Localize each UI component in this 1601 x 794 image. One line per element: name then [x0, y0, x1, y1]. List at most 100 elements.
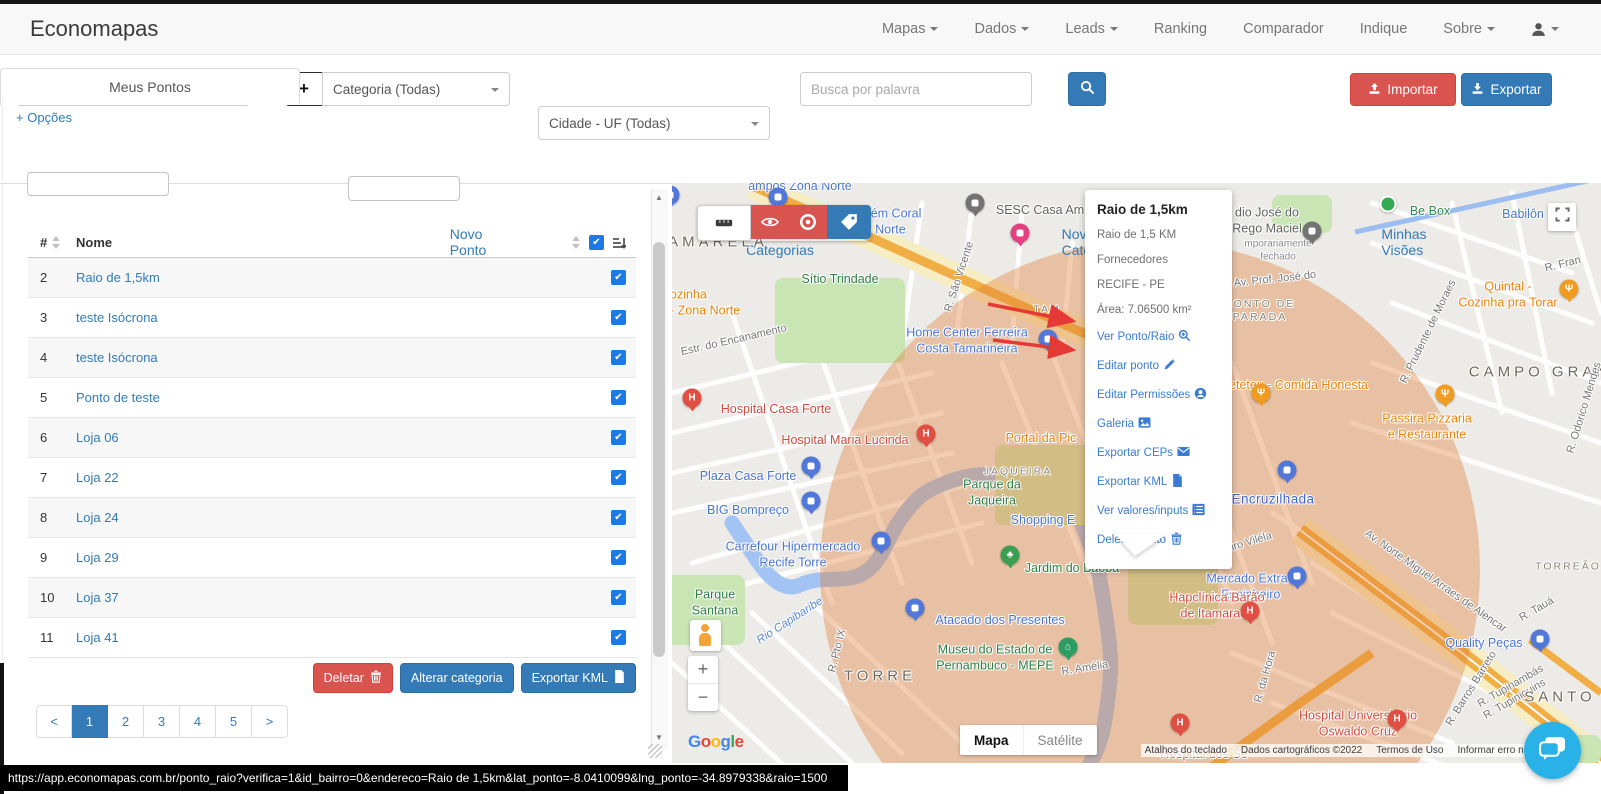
row-name-link[interactable]: Raio de 1,5km	[76, 270, 160, 285]
google-map[interactable]: ampos Zona NorteAMARELAArmazém Coral - A…	[672, 183, 1601, 763]
table-row[interactable]: 6Loja 06✔	[28, 418, 636, 458]
table-row[interactable]: 3teste Isócrona✔	[28, 298, 636, 338]
options-link[interactable]: + Opções	[16, 110, 72, 125]
keyword-search-input[interactable]	[800, 72, 1032, 106]
row-name-link[interactable]: Loja 22	[76, 470, 119, 485]
row-checkbox[interactable]: ✔	[611, 550, 626, 565]
nav-item-mapas[interactable]: Mapas	[882, 21, 939, 37]
tag-tool-button[interactable]	[827, 205, 871, 239]
row-name-link[interactable]: Loja 37	[76, 590, 119, 605]
sort-icon[interactable]	[572, 236, 581, 249]
zoom-out-button[interactable]: −	[688, 684, 718, 711]
street-view-pegman[interactable]	[690, 620, 721, 651]
import-button[interactable]: Importar	[1350, 73, 1456, 106]
map-pin-food[interactable]: Ψ	[1560, 280, 1579, 299]
map-pin-tree[interactable]: ♣	[1001, 546, 1020, 565]
page->[interactable]: >	[252, 705, 288, 738]
row-checkbox[interactable]: ✔	[611, 350, 626, 365]
row-checkbox[interactable]: ✔	[611, 390, 626, 405]
row-checkbox[interactable]: ✔	[611, 630, 626, 645]
row-checkbox[interactable]: ✔	[611, 310, 626, 325]
deletar-button[interactable]: Deletar	[313, 663, 393, 693]
row-checkbox[interactable]: ✔	[611, 470, 626, 485]
map-pin-bag[interactable]	[906, 599, 925, 618]
row-name-link[interactable]: teste Isócrona	[76, 310, 158, 325]
editar-ponto-link[interactable]: Editar ponto	[1097, 358, 1220, 374]
row-checkbox[interactable]: ✔	[611, 270, 626, 285]
table-row[interactable]: 11Loja 41✔	[28, 618, 636, 658]
scrollbar-thumb[interactable]	[653, 242, 665, 657]
map-pin-h[interactable]: H	[1388, 710, 1407, 729]
map-pin-cart[interactable]	[1288, 567, 1307, 586]
table-row[interactable]: 4teste Isócrona✔	[28, 338, 636, 378]
sort-amount-icon[interactable]	[612, 236, 626, 250]
table-row[interactable]: 8Loja 24✔	[28, 498, 636, 538]
row-checkbox[interactable]: ✔	[611, 590, 626, 605]
attribution-link[interactable]: Dados cartográficos ©2022	[1241, 745, 1362, 756]
export-button[interactable]: Exportar	[1461, 73, 1552, 106]
select-all-checkbox[interactable]: ✔	[589, 235, 604, 250]
entries-select-partial[interactable]	[348, 176, 460, 201]
map-pin-food[interactable]: Ψ	[1252, 384, 1271, 403]
exportar-ceps-link[interactable]: Exportar CEPs	[1097, 445, 1220, 461]
page-5[interactable]: 5	[216, 705, 252, 738]
tab-minhas-visões[interactable]: Minhas Visões	[1381, 226, 1426, 258]
entries-select-partial[interactable]	[27, 172, 169, 196]
map-pin-h[interactable]: H	[1171, 714, 1190, 733]
row-name-link[interactable]: Loja 41	[76, 630, 119, 645]
galeria-link[interactable]: Galeria	[1097, 416, 1220, 432]
fullscreen-button[interactable]	[1548, 203, 1576, 231]
row-name-link[interactable]: Loja 24	[76, 510, 119, 525]
nav-item-ranking[interactable]: Ranking	[1154, 21, 1207, 37]
map-pin-gray[interactable]	[966, 194, 985, 213]
alterar-categoria-button[interactable]: Alterar categoria	[400, 663, 514, 693]
map-pin-museum[interactable]: ⌂	[1059, 638, 1078, 657]
row-name-link[interactable]: Ponto de teste	[76, 390, 160, 405]
page-1[interactable]: 1	[72, 705, 108, 738]
category-select[interactable]: Categoria (Todas)	[322, 72, 510, 106]
table-row[interactable]: 7Loja 22✔	[28, 458, 636, 498]
chat-widget-button[interactable]	[1524, 722, 1581, 779]
row-name-link[interactable]: Loja 06	[76, 430, 119, 445]
map-pin-gray[interactable]	[1303, 222, 1322, 241]
table-row[interactable]: 5Ponto de teste✔	[28, 378, 636, 418]
attribution-link[interactable]: Atalhos do teclado	[1145, 745, 1227, 756]
map-pin-h[interactable]: H	[917, 425, 936, 444]
table-row[interactable]: 2Raio de 1,5km✔	[28, 258, 636, 298]
eye-tool-button[interactable]	[751, 205, 789, 239]
page-4[interactable]: 4	[180, 705, 216, 738]
page-2[interactable]: 2	[108, 705, 144, 738]
page-3[interactable]: 3	[144, 705, 180, 738]
attribution-link[interactable]: Termos de Uso	[1376, 745, 1443, 756]
map-pin-hotel[interactable]	[1011, 224, 1030, 243]
page-<[interactable]: <	[36, 705, 72, 738]
scroll-down-icon[interactable]: ▼	[655, 733, 663, 742]
user-menu[interactable]	[1531, 22, 1559, 37]
ver-valores-inputs-link[interactable]: Ver valores/inputs	[1097, 503, 1220, 519]
map-type-satellite[interactable]: Satélite	[1023, 725, 1097, 755]
editar-permissões-link[interactable]: Editar Permissões	[1097, 387, 1220, 403]
col-id-header[interactable]: #	[40, 235, 47, 250]
zoom-in-button[interactable]: +	[688, 656, 718, 684]
map-pin-bag[interactable]	[802, 457, 821, 476]
map-pin-cart[interactable]	[802, 492, 821, 511]
scroll-up-icon[interactable]: ▲	[655, 193, 663, 202]
map-pin-cart[interactable]	[872, 532, 891, 551]
exportar-kml-button[interactable]: Exportar KML	[521, 663, 636, 693]
app-brand[interactable]: Economapas	[30, 4, 158, 54]
resize-handle[interactable]	[648, 744, 662, 758]
map-pin-h[interactable]: H	[1241, 602, 1260, 621]
nav-item-dados[interactable]: Dados	[974, 21, 1029, 37]
map-pin-bag[interactable]	[1039, 330, 1058, 349]
nav-item-leads[interactable]: Leads	[1065, 21, 1118, 37]
ruler-tool-button[interactable]	[697, 205, 751, 241]
row-checkbox[interactable]: ✔	[611, 510, 626, 525]
nav-item-sobre[interactable]: Sobre	[1443, 21, 1495, 37]
map-pin-bag[interactable]	[769, 188, 788, 207]
map-pin-cart[interactable]	[1278, 461, 1297, 480]
search-button[interactable]	[1068, 72, 1106, 106]
col-name-header[interactable]: Nome	[76, 235, 112, 250]
tab-novo-ponto[interactable]: Novo Ponto	[450, 226, 487, 258]
sort-icon[interactable]	[52, 236, 61, 249]
ver-ponto-raio-link[interactable]: Ver Ponto/Raio	[1097, 329, 1220, 345]
